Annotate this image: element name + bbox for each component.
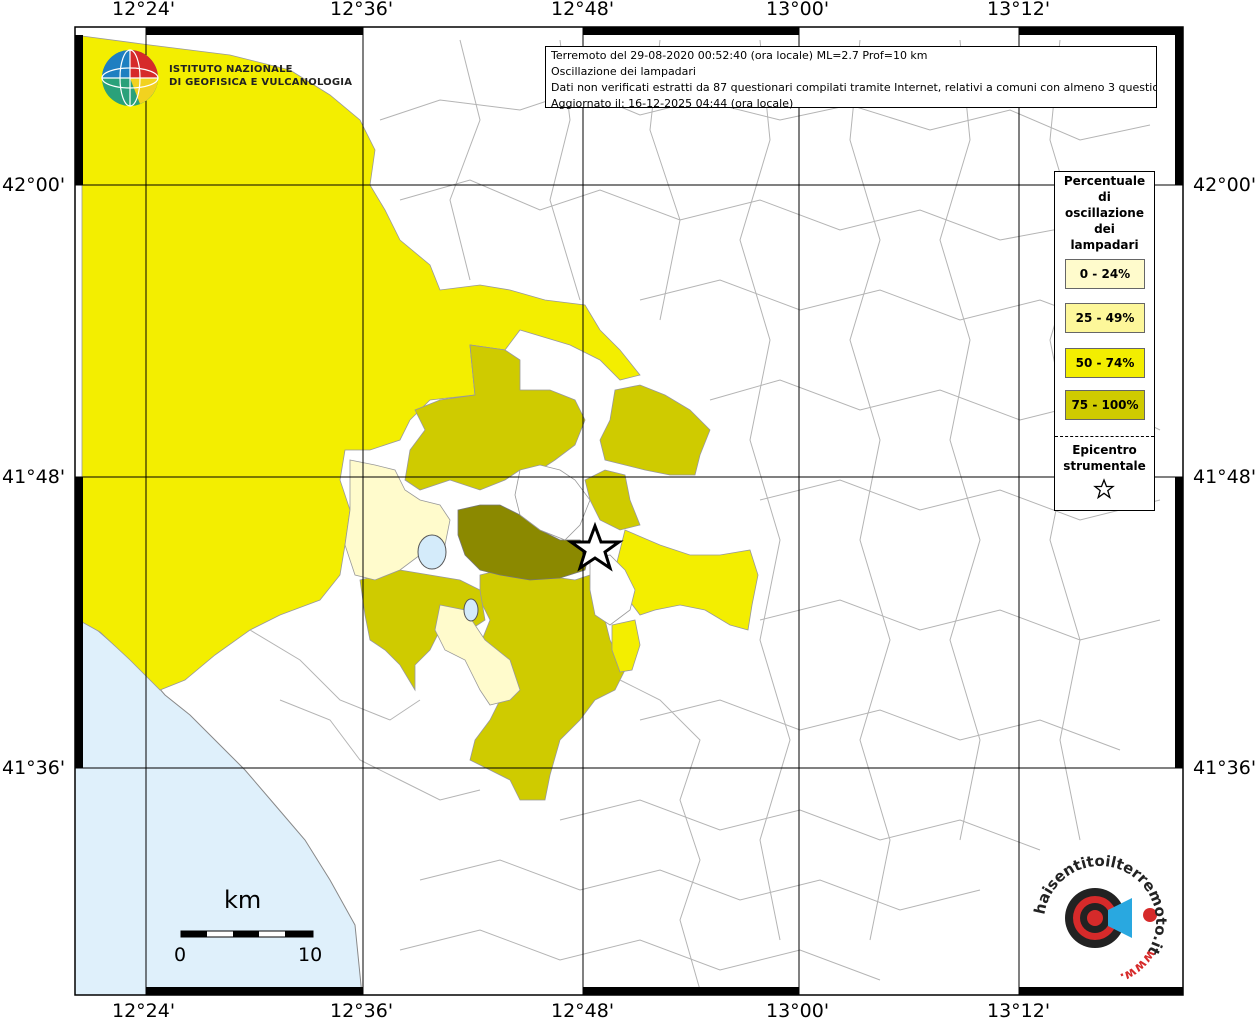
- scale-bar: [180, 930, 314, 938]
- event-info-line4: Aggiornato il: 16-12-2025 04:44 (ora loc…: [551, 97, 794, 110]
- legend-title-line: di: [1098, 190, 1111, 204]
- scale-min-label: 0: [174, 944, 187, 966]
- scale-max-label: 10: [298, 944, 323, 966]
- legend-title-line: oscillazione: [1065, 206, 1144, 220]
- hsit-logo-url: www.: [1118, 947, 1159, 985]
- lon-label-top-5: 13°12': [987, 0, 1051, 20]
- legend: Percentuale di oscillazione dei lampadar…: [1054, 171, 1155, 511]
- event-info-line2: Oscillazione dei lampadari: [551, 65, 696, 78]
- ingv-logo-text: ISTITUTO NAZIONALE DI GEOFISICA E VULCAN…: [169, 63, 352, 89]
- event-info-line1: Terremoto del 29-08-2020 00:52:40 (ora l…: [551, 49, 928, 62]
- legend-class-75-100: 75 - 100%: [1065, 390, 1145, 420]
- lon-label-top-1: 12°24': [112, 0, 176, 20]
- lake-albano: [417, 534, 447, 570]
- lon-label-bottom-1: 12°24': [112, 1000, 176, 1022]
- lat-label-left-3: 41°36': [2, 757, 66, 779]
- lon-label-bottom-2: 12°36': [330, 1000, 394, 1022]
- lat-label-left-1: 42°00': [2, 174, 66, 196]
- legend-epicenter-line: strumentale: [1063, 459, 1146, 473]
- legend-title-line: lampadari: [1070, 238, 1139, 252]
- hsit-logo-name: haisentitoilterremoto.it: [1031, 852, 1170, 958]
- lon-label-top-3: 12°48': [551, 0, 615, 20]
- legend-title-line: Percentuale: [1063, 174, 1146, 188]
- lat-label-right-3: 41°36': [1193, 757, 1257, 779]
- lat-label-right-2: 41°48': [1193, 466, 1257, 488]
- lon-label-top-4: 13°00': [766, 0, 830, 20]
- legend-class-50-74: 50 - 74%: [1065, 348, 1145, 378]
- legend-epicenter-title: Epicentro strumentale: [1055, 442, 1154, 474]
- lon-label-bottom-5: 13°12': [987, 1000, 1051, 1022]
- lake-nemi: [463, 598, 479, 622]
- ingv-logo-line2: DI GEOFISICA E VULCANOLOGIA: [169, 77, 353, 88]
- legend-class-0-24: 0 - 24%: [1065, 259, 1145, 289]
- ingv-logo-line1: ISTITUTO NAZIONALE: [169, 64, 293, 75]
- event-info-line3: Dati non verificati estratti da 87 quest…: [551, 81, 1156, 94]
- svg-text:haisentitoilterremoto.it: haisentitoilterremoto.it: [1031, 852, 1170, 958]
- lat-label-right-1: 42°00': [1193, 174, 1257, 196]
- hsit-logo-text: haisentitoilterremoto.it www.: [1031, 852, 1170, 985]
- svg-text:www.: www.: [1118, 947, 1159, 985]
- scale-unit-label: km: [224, 886, 262, 914]
- lon-label-bottom-3: 12°48': [551, 1000, 615, 1022]
- lon-label-top-2: 12°36': [330, 0, 394, 20]
- lon-label-bottom-4: 13°00': [766, 1000, 830, 1022]
- legend-title-line: dei: [1094, 222, 1115, 236]
- legend-epicenter-line: Epicentro: [1072, 443, 1137, 457]
- lat-label-left-2: 41°48': [2, 466, 66, 488]
- legend-title: Percentuale di oscillazione dei lampadar…: [1055, 173, 1154, 253]
- legend-separator: [1055, 436, 1154, 437]
- event-info-box: Terremoto del 29-08-2020 00:52:40 (ora l…: [545, 46, 1157, 110]
- legend-class-25-49: 25 - 49%: [1065, 303, 1145, 333]
- ingv-globe-icon: [101, 49, 159, 107]
- legend-star-icon: [1093, 478, 1115, 500]
